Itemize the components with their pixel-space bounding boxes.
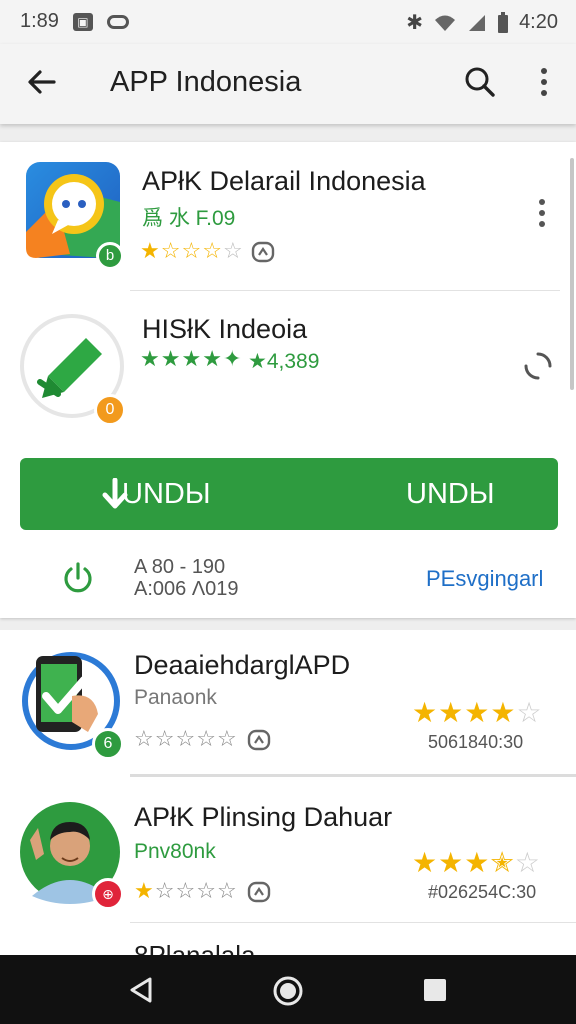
wifi-icon (435, 15, 456, 31)
divider (130, 290, 560, 291)
gamepad-icon (106, 14, 129, 29)
download-size: A:006 Ʌ019 (134, 578, 239, 600)
next-item-peek: 8Planalala (134, 940, 256, 955)
scrollbar[interactable] (570, 158, 574, 390)
rating-count: ★4,389 (248, 350, 320, 373)
app-badge: ⊕ (92, 878, 124, 910)
rating-stars-outline: ★ ☆ ☆ ☆ ☆ (134, 878, 237, 903)
install-label: UNDЫ (122, 478, 211, 510)
divider (130, 922, 576, 923)
download-count: #026254C:30 (428, 882, 537, 902)
power-icon (64, 562, 92, 593)
app-title: APłK Delarail Indonesia (142, 166, 426, 196)
app-badge: b (96, 242, 124, 270)
install-button[interactable]: UNDЫ UNDЫ (20, 458, 558, 530)
divider (130, 774, 576, 777)
rating-stars: ★ ☆ ☆ ☆ ☆ (140, 238, 243, 263)
search-icon[interactable] (462, 64, 498, 100)
back-nav-icon[interactable] (126, 975, 156, 1005)
signal-icon (469, 14, 486, 31)
install-label-secondary: UNDЫ (406, 478, 495, 510)
back-arrow-icon[interactable] (24, 64, 60, 100)
download-count: 5061840:30 (428, 732, 524, 752)
system-nav-bar (0, 955, 576, 1024)
app-title: DeaaiehdarglAPD (134, 650, 351, 680)
app-subtitle: Panaonk (134, 686, 217, 709)
status-bar: 1:89 ▣ ✱ 4:20 (0, 0, 576, 44)
recents-nav-icon[interactable] (422, 977, 448, 1003)
app-badge: 0 (94, 394, 126, 426)
rating-stars-outline: ☆ ☆ ☆ ☆ ☆ (134, 726, 237, 751)
app-title: APłK Plinsing Dahuar (134, 802, 393, 832)
more-vert-icon[interactable] (532, 64, 556, 100)
app-badge: 6 (92, 728, 124, 760)
image-icon: ▣ (72, 12, 93, 31)
status-clock: 4:20 (519, 11, 558, 33)
content-rating-icon (251, 241, 275, 263)
page-title: APP Indonesia (110, 66, 302, 98)
app-bar: APP Indonesia (0, 44, 576, 124)
app-subtitle: Pnv80nk (134, 840, 216, 863)
bluetooth-icon: ✱ (406, 12, 424, 34)
app-subtitle: 爲 水 F.09 (142, 207, 236, 230)
rating-stars: ★ ★ ★ ★ ☆ (412, 697, 542, 728)
content-rating-icon (247, 729, 271, 751)
home-nav-icon[interactable] (272, 975, 304, 1007)
rating-stars: ★ ★ ★ ★ ✦ (140, 346, 242, 371)
rating-stars: ★ ★ ★ ✭ ☆ (412, 847, 540, 878)
download-progress: A 80 - 190 (134, 556, 226, 578)
more-vert-icon[interactable] (532, 196, 552, 230)
details-link[interactable]: PEsvgingarl (426, 566, 543, 592)
content-rating-icon (247, 881, 271, 903)
status-time: 1:89 (20, 10, 59, 32)
battery-icon (498, 11, 509, 33)
loading-spinner-icon (524, 352, 552, 380)
app-title: HISłK Indeoia (142, 314, 308, 344)
